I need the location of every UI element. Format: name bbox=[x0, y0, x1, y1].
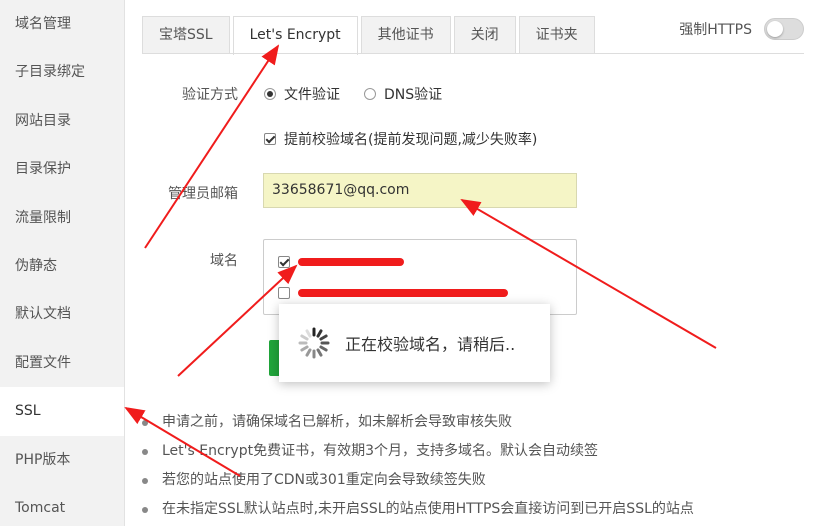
precheck-checkbox[interactable] bbox=[264, 133, 276, 145]
precheck-domain-option[interactable]: 提前校验域名(提前发现问题,减少失败率) bbox=[264, 129, 537, 149]
sidebar-item-tomcat[interactable]: Tomcat bbox=[0, 484, 124, 532]
radio-dns-verify-label: DNS验证 bbox=[384, 87, 443, 103]
list-item: 若您的站点使用了CDN或301重定向会导致续签失败 bbox=[142, 468, 694, 497]
main-panel: 宝塔SSL Let's Encrypt 其他证书 关闭 证书夹 强制HTTPS … bbox=[124, 0, 830, 526]
sidebar-item-php-version[interactable]: PHP版本 bbox=[0, 436, 124, 484]
sidebar-item-directory-protection[interactable]: 目录保护 bbox=[0, 145, 124, 193]
notes-list: 申请之前，请确保域名已解析，如未解析会导致审核失败 Let's Encrypt免… bbox=[142, 410, 694, 526]
loading-spinner-icon bbox=[298, 327, 330, 359]
radio-unchecked-icon bbox=[364, 88, 376, 100]
loading-dialog: 正在校验域名，请稍后.. bbox=[279, 304, 550, 382]
tab-close[interactable]: 关闭 bbox=[453, 16, 516, 53]
verify-method-group: 文件验证 DNS验证 bbox=[264, 84, 466, 104]
domain-list-item[interactable] bbox=[278, 256, 404, 268]
list-item: 在未指定SSL默认站点时,未开启SSL的站点使用HTTPS会直接访问到已开启SS… bbox=[142, 497, 694, 526]
sidebar-item-subdirectory-binding[interactable]: 子目录绑定 bbox=[0, 48, 124, 96]
verify-method-label: 验证方式 bbox=[182, 87, 238, 103]
tab-baota-ssl[interactable]: 宝塔SSL bbox=[142, 16, 230, 53]
tab-certificate-folder[interactable]: 证书夹 bbox=[518, 16, 595, 53]
note-text: 在未指定SSL默认站点时,未开启SSL的站点使用HTTPS会直接访问到已开启SS… bbox=[162, 501, 694, 517]
force-https: 强制HTTPS bbox=[679, 18, 804, 40]
domain-label: 域名 bbox=[210, 253, 238, 269]
loading-text: 正在校验域名，请稍后.. bbox=[345, 335, 516, 354]
domain-checkbox[interactable] bbox=[278, 256, 290, 268]
redacted-domain-mark bbox=[298, 258, 404, 266]
note-text: Let's Encrypt免费证书，有效期3个月，支持多域名。默认会自动续签 bbox=[162, 443, 598, 459]
domain-list-item[interactable] bbox=[278, 287, 508, 299]
radio-file-verify-label: 文件验证 bbox=[284, 87, 340, 103]
tab-other-certificate[interactable]: 其他证书 bbox=[360, 16, 451, 53]
domain-checkbox[interactable] bbox=[278, 287, 290, 299]
bullet-icon bbox=[142, 449, 148, 455]
radio-checked-icon bbox=[264, 88, 276, 100]
tab-lets-encrypt[interactable]: Let's Encrypt bbox=[232, 16, 358, 55]
list-item: Let's Encrypt免费证书，有效期3个月，支持多域名。默认会自动续签 bbox=[142, 439, 694, 468]
toggle-knob bbox=[767, 21, 783, 37]
list-item: 申请之前，请确保域名已解析，如未解析会导致审核失败 bbox=[142, 410, 694, 439]
sidebar-item-config-file[interactable]: 配置文件 bbox=[0, 339, 124, 387]
bullet-icon bbox=[142, 478, 148, 484]
ssl-tabs: 宝塔SSL Let's Encrypt 其他证书 关闭 证书夹 bbox=[142, 16, 598, 55]
admin-email-input[interactable]: 33658671@qq.com bbox=[263, 173, 577, 208]
precheck-label: 提前校验域名(提前发现问题,减少失败率) bbox=[284, 132, 538, 148]
sidebar: 域名管理 子目录绑定 网站目录 目录保护 流量限制 伪静态 默认文档 配置文件 … bbox=[0, 0, 125, 526]
force-https-label: 强制HTTPS bbox=[679, 22, 752, 38]
tab-divider bbox=[142, 53, 804, 54]
sidebar-item-ssl[interactable]: SSL bbox=[0, 387, 124, 436]
sidebar-item-default-document[interactable]: 默认文档 bbox=[0, 290, 124, 338]
radio-dns-verify[interactable]: DNS验证 bbox=[364, 84, 442, 104]
force-https-toggle[interactable] bbox=[764, 18, 804, 40]
admin-email-label: 管理员邮箱 bbox=[168, 186, 238, 202]
sidebar-item-site-directory[interactable]: 网站目录 bbox=[0, 97, 124, 145]
note-text: 申请之前，请确保域名已解析，如未解析会导致审核失败 bbox=[162, 414, 512, 430]
sidebar-item-domain-management[interactable]: 域名管理 bbox=[0, 0, 124, 48]
note-text: 若您的站点使用了CDN或301重定向会导致续签失败 bbox=[162, 472, 486, 488]
bullet-icon bbox=[142, 420, 148, 426]
bullet-icon bbox=[142, 507, 148, 513]
redacted-domain-mark bbox=[298, 289, 508, 297]
sidebar-item-rewrite[interactable]: 伪静态 bbox=[0, 242, 124, 290]
radio-file-verify[interactable]: 文件验证 bbox=[264, 84, 340, 104]
sidebar-item-traffic-limit[interactable]: 流量限制 bbox=[0, 194, 124, 242]
